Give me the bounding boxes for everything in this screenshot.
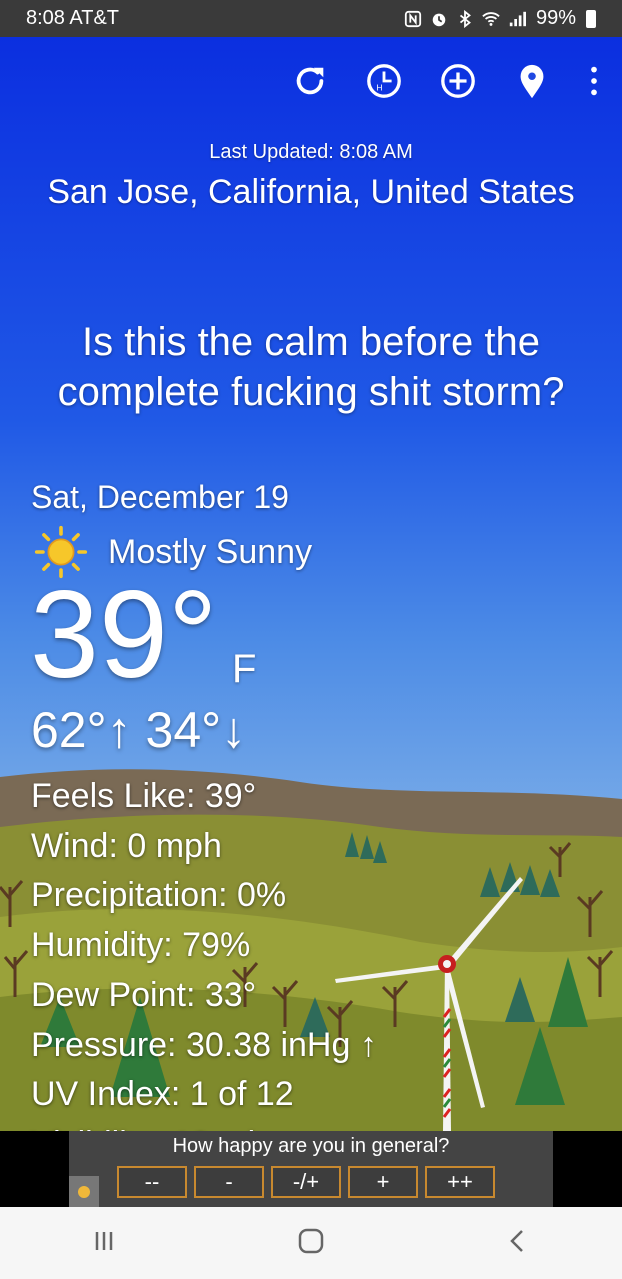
refresh-button[interactable]	[288, 59, 332, 103]
high-low: 62°↑ 34°↓	[31, 701, 246, 759]
status-right: 99%	[404, 7, 596, 30]
add-location-button[interactable]	[436, 59, 480, 103]
low-arrow: ↓	[221, 702, 247, 758]
hourly-button[interactable]: H	[362, 59, 406, 103]
location-name[interactable]: San Jose, California, United States	[0, 173, 622, 212]
more-options-button[interactable]	[584, 59, 604, 103]
status-carrier: AT&T	[69, 7, 120, 29]
home-icon	[298, 1228, 324, 1253]
battery-icon	[586, 9, 596, 28]
location-pin-icon	[520, 64, 544, 99]
survey-option-neutral[interactable]: -/+	[271, 1166, 341, 1198]
weather-quote: Is this the calm before the complete fuc…	[57, 320, 565, 414]
signal-icon	[509, 11, 526, 26]
hourly-clock-icon: H	[367, 64, 401, 98]
survey-option-very-unhappy[interactable]: --	[117, 1166, 187, 1198]
more-vert-icon	[591, 66, 597, 96]
high-arrow: ↑	[106, 702, 132, 758]
svg-text:H: H	[376, 83, 382, 93]
nfc-icon	[404, 10, 422, 27]
detail-humidity: Humidity: 79%	[31, 926, 251, 965]
recent-apps-icon	[95, 1231, 112, 1250]
back-button[interactable]	[503, 1226, 533, 1261]
survey-indicator-icon	[69, 1176, 99, 1207]
current-temperature: 39°	[30, 566, 218, 704]
weather-details: Feels Like: 39° Wind: 0 mph Precipitatio…	[31, 772, 377, 1131]
detail-dew-point: Dew Point: 33°	[31, 975, 257, 1014]
add-location-icon	[441, 64, 475, 98]
alarm-icon	[432, 13, 446, 26]
wifi-icon	[482, 11, 500, 26]
survey-options: -- - -/+ + ++	[117, 1166, 495, 1198]
happiness-survey: How happy are you in general? -- - -/+ +…	[69, 1131, 553, 1207]
home-button[interactable]	[296, 1226, 326, 1261]
toolbar: H	[288, 59, 604, 103]
battery-percent: 99%	[535, 7, 576, 29]
survey-left-margin	[0, 1131, 69, 1207]
status-icons	[404, 9, 526, 28]
detail-precipitation: Precipitation: 0%	[31, 876, 287, 915]
survey-option-happy[interactable]: +	[348, 1166, 418, 1198]
location-button[interactable]	[510, 59, 554, 103]
status-bar: 8:08 AT&T 99%	[0, 0, 622, 37]
detail-visibility: Visibility: 10 mi	[31, 1120, 377, 1131]
forecast-date: Sat, December 19	[31, 479, 289, 515]
high-temp: 62°	[31, 702, 107, 758]
detail-feels-like: Feels Like: 39°	[31, 777, 257, 815]
weather-background: H Last Updated: 8:08 AM San Jose, Califo…	[0, 37, 622, 1131]
bluetooth-icon	[459, 9, 471, 28]
survey-option-very-happy[interactable]: ++	[425, 1166, 495, 1198]
detail-wind: Wind: 0 mph	[31, 826, 222, 865]
last-updated: Last Updated: 8:08 AM	[209, 141, 413, 163]
detail-uv-index: UV Index: 1 of 12	[31, 1075, 294, 1114]
status-time: 8:08	[26, 7, 65, 29]
temperature-unit: F	[232, 647, 257, 691]
recent-apps-button[interactable]	[89, 1226, 119, 1261]
survey-option-unhappy[interactable]: -	[194, 1166, 264, 1198]
status-time-carrier: 8:08 AT&T	[26, 7, 119, 30]
system-nav-bar	[0, 1207, 622, 1279]
back-icon	[510, 1229, 524, 1252]
low-temp: 34°	[145, 702, 222, 758]
survey-question: How happy are you in general?	[172, 1135, 450, 1157]
detail-pressure: Pressure: 30.38 inHg ↑	[31, 1025, 377, 1064]
refresh-icon	[296, 67, 324, 95]
survey-right-margin	[553, 1131, 622, 1207]
